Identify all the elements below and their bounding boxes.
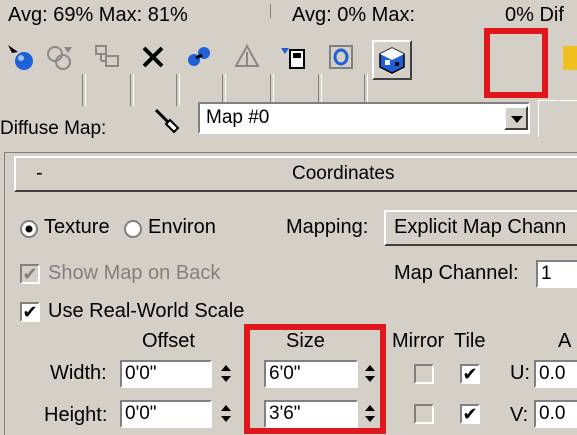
rollout-title: Coordinates	[292, 163, 395, 184]
mapping-label: Mapping:	[286, 216, 369, 238]
show-map-icon	[329, 45, 353, 69]
put-to-scene-button[interactable]	[42, 40, 76, 74]
checkmark-icon: ✔	[462, 404, 478, 424]
map-channel-input[interactable]: 1	[536, 260, 577, 288]
use-real-world-scale-checkbox[interactable]: ✔	[20, 302, 40, 322]
tile-column-header: Tile	[454, 330, 486, 352]
map-dropdown-button[interactable]	[504, 106, 528, 130]
width-offset-spinner[interactable]	[218, 361, 234, 387]
stats-left: Avg: 69% Max: 81%	[8, 4, 188, 26]
show-map-on-back-label: Show Map on Back	[48, 262, 221, 284]
delete-icon	[142, 46, 164, 68]
height-offset-value: 0'0"	[125, 403, 157, 424]
make-unique-button[interactable]	[182, 40, 216, 74]
highlight-box-end-result	[484, 28, 548, 98]
show-end-result-button[interactable]	[372, 40, 412, 80]
pick-map-button[interactable]	[150, 104, 184, 138]
delete-button[interactable]	[136, 40, 170, 74]
height-tile-checkbox[interactable]: ✔	[460, 404, 480, 424]
rollout-collapse-icon: -	[36, 162, 43, 184]
v-label: V:	[510, 404, 529, 426]
spinner-up-icon	[221, 365, 231, 371]
u-angle-value: 0.0	[539, 363, 566, 384]
u-label: U:	[510, 362, 530, 384]
show-map-button[interactable]	[324, 40, 358, 74]
show-end-result-icon	[379, 47, 405, 74]
offset-column-header: Offset	[142, 330, 195, 352]
width-mirror-checkbox[interactable]	[414, 364, 434, 384]
toolbar-separator	[82, 74, 86, 106]
checkmark-icon: ✔	[22, 302, 38, 322]
checkmark-icon: ✔	[462, 364, 478, 384]
spinner-down-icon	[221, 416, 231, 422]
height-offset-spinner[interactable]	[218, 401, 234, 427]
map-channel-label: Map Channel:	[394, 262, 519, 284]
toolbar-separator	[176, 74, 180, 106]
diffuse-map-label: Diffuse Map:	[0, 118, 107, 139]
material-id-icon	[281, 48, 305, 69]
radio-unselected-icon	[124, 220, 142, 238]
put-to-scene-icon	[47, 46, 72, 70]
material-id-button[interactable]	[276, 40, 310, 74]
texture-radio[interactable]	[20, 220, 38, 238]
mapping-dropdown[interactable]: Explicit Map Chann	[384, 210, 577, 246]
go-to-parent-button[interactable]	[557, 40, 577, 74]
height-offset-input[interactable]: 0'0"	[120, 400, 212, 428]
mirror-column-header: Mirror	[392, 330, 445, 352]
stats-mid: Avg: 0% Max:	[292, 4, 416, 26]
spinner-up-icon	[221, 405, 231, 411]
use-real-world-scale-label: Use Real-World Scale	[48, 300, 245, 322]
make-unique-icon	[188, 47, 210, 66]
texture-label: Texture	[44, 216, 110, 238]
pick-material-button[interactable]	[4, 40, 38, 74]
radio-selected-icon	[20, 220, 38, 238]
stats-divider	[270, 4, 273, 18]
spinner-down-icon	[221, 376, 231, 382]
map-name-value: Map #0	[206, 107, 270, 128]
highlight-box-size	[244, 324, 386, 434]
width-label: Width:	[50, 362, 107, 384]
mapping-value: Explicit Map Chann	[394, 216, 567, 238]
environ-radio[interactable]	[124, 220, 142, 238]
assign-material-icon	[95, 45, 119, 67]
chevron-down-icon	[511, 116, 523, 123]
map-extra-button[interactable]	[538, 100, 577, 137]
width-offset-value: 0'0"	[125, 363, 157, 384]
environ-label: Environ	[148, 216, 216, 238]
pick-material-icon	[8, 45, 33, 70]
go-to-parent-icon	[563, 46, 577, 70]
assign-material-button[interactable]	[90, 40, 124, 74]
width-tile-checkbox[interactable]: ✔	[460, 364, 480, 384]
eyedropper-icon	[154, 108, 180, 134]
coordinates-rollout-header[interactable]: - Coordinates	[14, 156, 577, 192]
put-to-library-icon	[234, 43, 260, 67]
height-label: Height:	[44, 404, 108, 426]
put-to-library-button[interactable]	[230, 40, 264, 74]
show-map-on-back-checkbox[interactable]: ✔	[20, 264, 40, 284]
stats-right: 0% Dif	[505, 4, 564, 26]
v-angle-value: 0.0	[539, 403, 566, 424]
toolbar-separator	[130, 74, 134, 106]
v-angle-input[interactable]: 0.0	[534, 400, 577, 428]
map-name-field[interactable]: Map #0	[198, 102, 530, 134]
width-offset-input[interactable]: 0'0"	[120, 360, 212, 388]
map-channel-value: 1	[541, 263, 552, 284]
angle-column-header: A	[558, 330, 572, 352]
u-angle-input[interactable]: 0.0	[534, 360, 577, 388]
height-mirror-checkbox[interactable]	[414, 404, 434, 424]
checkmark-icon: ✔	[22, 264, 38, 284]
